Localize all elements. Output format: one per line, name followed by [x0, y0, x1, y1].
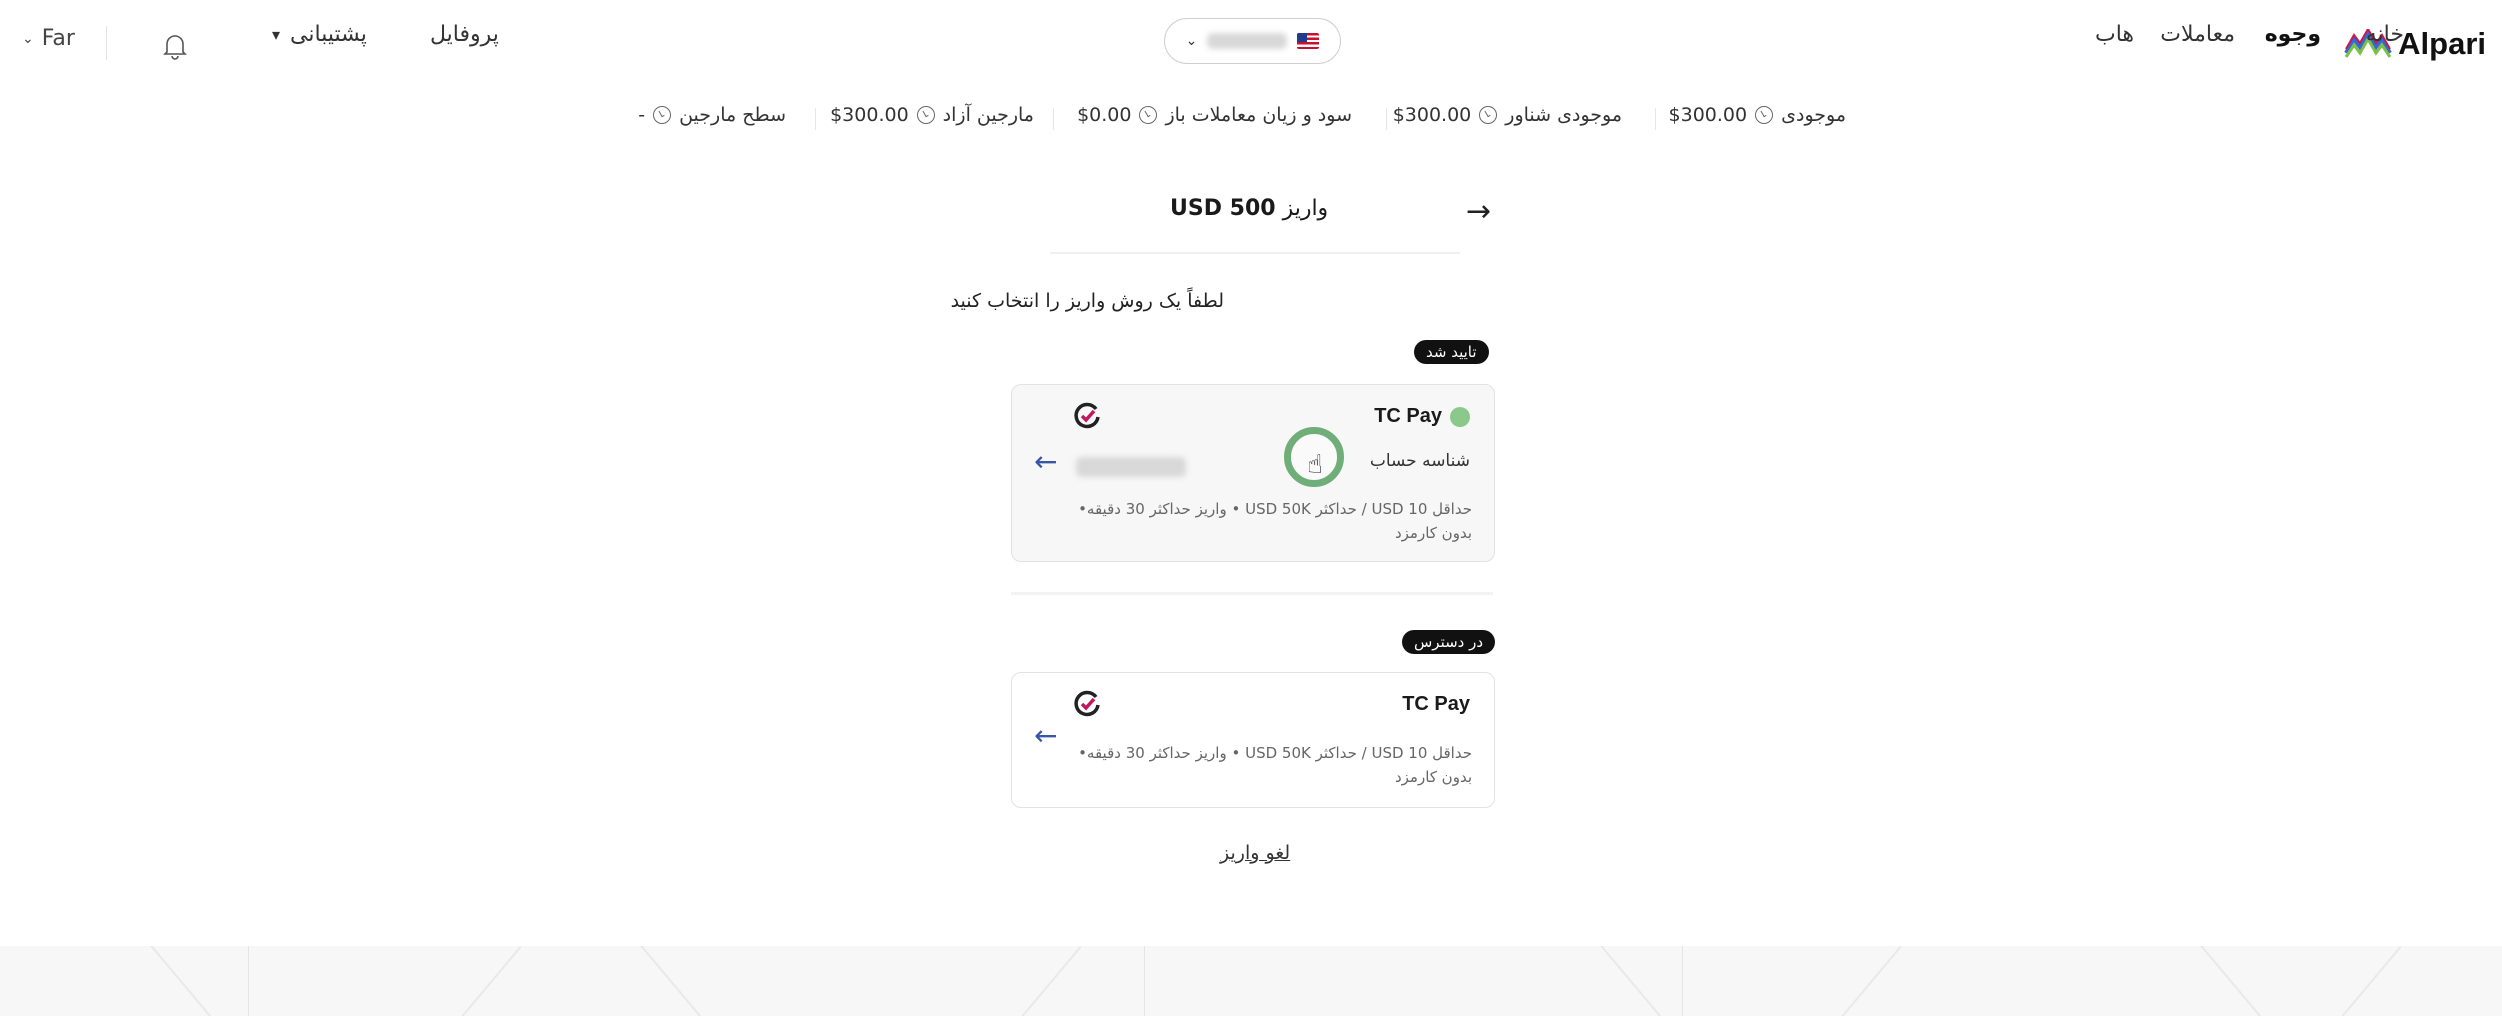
- support-label: پشتیبانی: [290, 22, 367, 47]
- stat-label: موجودی شناور: [1505, 104, 1622, 126]
- support-menu[interactable]: ▾ پشتیبانی: [272, 22, 367, 47]
- pattern-line: [449, 946, 522, 1016]
- method-title: TC Pay: [1374, 405, 1470, 428]
- deposit-instruction: لطفاً یک روش واریز را انتخاب کنید: [950, 290, 1224, 312]
- stat-value: $0.00: [1077, 104, 1132, 126]
- divider: [1050, 252, 1460, 254]
- stat-value: $300.00: [830, 104, 909, 126]
- nav-trades[interactable]: معاملات: [2160, 22, 2235, 47]
- verified-tag: تایید شد: [1414, 340, 1489, 364]
- deposit-title: واریز USD 500: [1170, 196, 1328, 221]
- logo-text: Alpari: [2398, 26, 2486, 61]
- chevron-down-icon: ▾: [272, 25, 281, 44]
- method-card-verified[interactable]: TC Pay شناسه حساب ← حداقل USD 10 / حداکث…: [1011, 384, 1495, 562]
- method-name: TC Pay: [1402, 693, 1470, 715]
- deposit-title-prefix: واریز: [1282, 196, 1329, 221]
- method-description: حداقل USD 10 / حداکثر USD 50K • واریز حد…: [1032, 741, 1472, 789]
- verified-check-icon: [1450, 406, 1470, 427]
- divider: [1053, 108, 1054, 130]
- tc-pay-logo-icon: [1074, 690, 1100, 717]
- stat-equity: $300.00 موجودی شناور: [1393, 104, 1622, 126]
- stat-value: -: [638, 104, 646, 126]
- stat-open-pnl: $0.00 سود و زیان معاملات باز: [1077, 104, 1352, 126]
- method-limits: حداقل USD 10 / حداکثر USD 50K • واریز حد…: [1078, 500, 1472, 518]
- nav-home[interactable]: خانه: [2366, 22, 2404, 47]
- divider: [1386, 108, 1387, 130]
- stat-label: موجودی: [1781, 104, 1846, 126]
- method-limits: حداقل USD 10 / حداکثر USD 50K • واریز حد…: [1078, 744, 1472, 762]
- pattern-line: [1682, 946, 1683, 1016]
- method-card-available[interactable]: TC Pay ← حداقل USD 10 / حداکثر USD 50K •…: [1011, 672, 1495, 808]
- nav-funds[interactable]: وجوه: [2265, 22, 2321, 47]
- hand-cursor-icon: ☝: [1307, 450, 1323, 480]
- language-selector[interactable]: ⌄ Far: [22, 26, 75, 51]
- pattern-line: [1009, 946, 1082, 1016]
- stat-label: سود و زیان معاملات باز: [1165, 104, 1352, 126]
- pattern-line: [248, 946, 249, 1016]
- info-icon[interactable]: [1479, 106, 1498, 124]
- account-selector[interactable]: ⌄: [1164, 18, 1341, 64]
- stat-label: مارجین آزاد: [942, 104, 1034, 126]
- info-icon[interactable]: [916, 106, 935, 124]
- info-icon[interactable]: [1139, 106, 1158, 124]
- pattern-line: [1600, 946, 1673, 1016]
- back-arrow-icon[interactable]: →: [1466, 194, 1491, 229]
- account-stats: $300.00 موجودی $300.00 موجودی شناور $0.0…: [0, 104, 2502, 138]
- top-navigation: Alpari خانه وجوه معاملات هاب ⌄ پروفایل ▾…: [0, 0, 2502, 88]
- method-fee: بدون کارمزد: [1394, 768, 1472, 786]
- available-tag: در دسترس: [1402, 630, 1496, 654]
- stat-balance: $300.00 موجودی: [1669, 104, 1846, 126]
- pattern-line: [640, 946, 713, 1016]
- stat-value: $300.00: [1668, 104, 1748, 126]
- footer-pattern: [0, 946, 2502, 1016]
- deposit-amount: USD 500: [1170, 196, 1276, 221]
- divider: [1655, 108, 1656, 130]
- stat-free-margin: $300.00 مارجین آزاد: [830, 104, 1034, 126]
- nav-profile[interactable]: پروفایل: [430, 22, 499, 47]
- pattern-line: [150, 946, 223, 1016]
- divider: [815, 108, 816, 130]
- account-id-blurred: [1076, 457, 1186, 477]
- cancel-deposit-link[interactable]: لغو واریز: [1220, 842, 1290, 864]
- nav-hub[interactable]: هاب: [2095, 22, 2134, 47]
- tc-pay-logo-icon: [1074, 402, 1100, 429]
- method-fee: بدون کارمزد: [1394, 524, 1472, 542]
- chevron-down-icon: ⌄: [1185, 33, 1198, 49]
- language-label: Far: [41, 26, 75, 51]
- stat-margin-level: - سطح مارجین: [638, 104, 786, 126]
- chevron-down-icon: ⌄: [22, 30, 34, 47]
- method-description: حداقل USD 10 / حداکثر USD 50K • واریز حد…: [1032, 497, 1472, 545]
- pattern-line: [1144, 946, 1145, 1016]
- divider: [1011, 592, 1493, 595]
- stat-value: $300.00: [1392, 104, 1472, 126]
- info-icon[interactable]: [1755, 106, 1774, 124]
- account-id-label: شناسه حساب: [1369, 451, 1470, 471]
- pattern-line: [1829, 946, 1902, 1016]
- stat-label: سطح مارجین: [679, 104, 786, 126]
- us-flag-icon: [1297, 33, 1320, 49]
- account-number-blurred: [1207, 33, 1288, 49]
- arrow-left-icon[interactable]: ←: [1034, 445, 1057, 478]
- bell-icon[interactable]: [162, 32, 188, 60]
- pattern-line: [2329, 946, 2402, 1016]
- method-name: TC Pay: [1374, 405, 1442, 427]
- pattern-line: [2200, 946, 2273, 1016]
- info-icon[interactable]: [653, 106, 672, 124]
- divider: [106, 26, 107, 60]
